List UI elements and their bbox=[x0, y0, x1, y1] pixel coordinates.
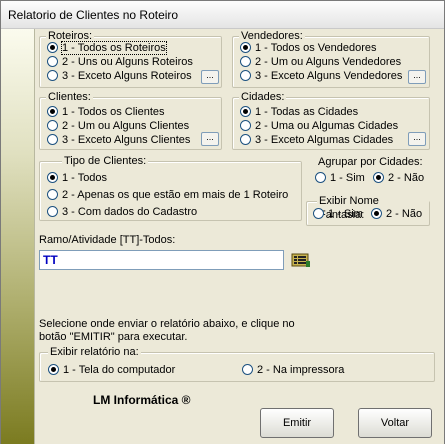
radio-icon[interactable] bbox=[315, 172, 326, 183]
tipo-clientes-option-1-label: 1 - Todos bbox=[62, 172, 108, 184]
radio-selected-icon[interactable] bbox=[240, 42, 251, 53]
agrupar-option-nao[interactable]: 2 - Não bbox=[373, 172, 424, 186]
clientes-option-3-label: 3 - Exceto Alguns Clientes bbox=[62, 134, 191, 146]
radio-selected-icon[interactable] bbox=[373, 172, 384, 183]
report-dialog-window: Relatorio de Clientes no Roteiro Roteiro… bbox=[0, 0, 445, 444]
radio-selected-icon[interactable] bbox=[371, 208, 382, 219]
cidades-group: Cidades: 1 - Todas as Cidades 2 - Uma ou… bbox=[232, 90, 430, 150]
radio-icon[interactable] bbox=[47, 206, 58, 217]
cidades-option-3-label: 3 - Exceto Algumas Cidades bbox=[255, 134, 394, 146]
exibir-option-tela-label: 1 - Tela do computador bbox=[63, 364, 176, 376]
roteiros-group: Roteiros: 1 - Todos os Roteiros 2 - Uns … bbox=[39, 29, 222, 88]
nome-fantasia-option-nao[interactable]: 2 - Não bbox=[371, 208, 422, 222]
radio-selected-icon[interactable] bbox=[47, 172, 58, 183]
lookup-list-icon[interactable] bbox=[291, 252, 311, 268]
instructions-line-1: Selecione onde enviar o relatório abaixo… bbox=[39, 318, 295, 330]
decorative-sidebar bbox=[1, 29, 35, 444]
tipo-clientes-option-3[interactable]: 3 - Com dados do Cadastro bbox=[47, 206, 197, 220]
vendedores-option-1[interactable]: 1 - Todos os Vendedores bbox=[240, 42, 377, 56]
dialog-content: Roteiros: 1 - Todos os Roteiros 2 - Uns … bbox=[35, 29, 444, 444]
exibir-group: Exibir relatório na: 1 - Tela do computa… bbox=[39, 345, 435, 382]
clientes-option-3[interactable]: 3 - Exceto Alguns Clientes bbox=[47, 134, 190, 148]
radio-icon[interactable] bbox=[240, 120, 251, 131]
radio-selected-icon[interactable] bbox=[47, 106, 58, 117]
tipo-clientes-option-3-label: 3 - Com dados do Cadastro bbox=[62, 206, 198, 218]
ramo-input[interactable]: TT bbox=[39, 250, 284, 270]
cidades-option-3[interactable]: 3 - Exceto Algumas Cidades bbox=[240, 134, 393, 148]
agrupar-option-nao-label: 2 - Não bbox=[388, 172, 425, 184]
clientes-option-2[interactable]: 2 - Um ou Alguns Clientes bbox=[47, 120, 189, 134]
clientes-group: Clientes: 1 - Todos os Clientes 2 - Um o… bbox=[39, 90, 222, 150]
roteiros-option-3-label: 3 - Exceto Alguns Roteiros bbox=[62, 70, 192, 82]
cidades-option-1-label: 1 - Todas as Cidades bbox=[255, 106, 359, 118]
clientes-option-2-label: 2 - Um ou Alguns Clientes bbox=[62, 120, 190, 132]
exibir-option-impressora[interactable]: 2 - Na impressora bbox=[242, 364, 344, 378]
radio-icon[interactable] bbox=[242, 364, 253, 375]
ramo-label: Ramo/Atividade [TT]-Todos: bbox=[39, 234, 176, 246]
instructions-line-2: botão "EMITIR" para executar. bbox=[39, 331, 188, 343]
cidades-legend: Cidades: bbox=[239, 90, 287, 104]
roteiros-option-1-label: 1 - Todos os Roteiros bbox=[61, 41, 167, 55]
tipo-clientes-option-2-label: 2 - Apenas os que estão em mais de 1 Rot… bbox=[62, 189, 289, 201]
roteiros-browse-button[interactable]: ... bbox=[201, 70, 219, 84]
nome-fantasia-group: Exibir Nome Fantasia: 1 - Sim 2 - Não bbox=[306, 194, 430, 226]
roteiros-option-3[interactable]: 3 - Exceto Alguns Roteiros bbox=[47, 70, 192, 84]
emitir-button[interactable]: Emitir bbox=[260, 408, 334, 438]
title-bar[interactable]: Relatorio de Clientes no Roteiro bbox=[1, 1, 444, 29]
agrupar-option-sim-label: 1 - Sim bbox=[330, 172, 365, 184]
agrupar-legend: Agrupar por Cidades: bbox=[318, 156, 423, 168]
vendedores-option-3-label: 3 - Exceto Alguns Vendedores bbox=[255, 70, 403, 82]
clientes-option-1[interactable]: 1 - Todos os Clientes bbox=[47, 106, 165, 120]
nome-fantasia-option-sim-label: 1 - Sim bbox=[328, 208, 363, 220]
radio-icon[interactable] bbox=[47, 120, 58, 131]
vendedores-browse-button[interactable]: ... bbox=[408, 70, 426, 84]
cidades-option-1[interactable]: 1 - Todas as Cidades bbox=[240, 106, 358, 120]
vendedores-option-3[interactable]: 3 - Exceto Alguns Vendedores bbox=[240, 70, 402, 84]
clientes-option-1-label: 1 - Todos os Clientes bbox=[62, 106, 165, 118]
voltar-button[interactable]: Voltar bbox=[358, 408, 432, 438]
nome-fantasia-option-nao-label: 2 - Não bbox=[386, 208, 423, 220]
vendedores-legend: Vendedores: bbox=[239, 29, 305, 43]
radio-icon[interactable] bbox=[313, 208, 324, 219]
tipo-clientes-legend: Tipo de Clientes: bbox=[62, 154, 149, 168]
radio-icon[interactable] bbox=[240, 56, 251, 67]
cidades-option-2[interactable]: 2 - Uma ou Algumas Cidades bbox=[240, 120, 398, 134]
vendedores-group: Vendedores: 1 - Todos os Vendedores 2 - … bbox=[232, 29, 430, 88]
radio-icon[interactable] bbox=[240, 70, 251, 81]
exibir-option-tela[interactable]: 1 - Tela do computador bbox=[48, 364, 175, 378]
roteiros-legend: Roteiros: bbox=[46, 29, 95, 43]
window-title: Relatorio de Clientes no Roteiro bbox=[8, 8, 179, 22]
radio-icon[interactable] bbox=[47, 56, 58, 67]
brand-label: LM Informática ® bbox=[93, 393, 191, 407]
tipo-clientes-option-2[interactable]: 2 - Apenas os que estão em mais de 1 Rot… bbox=[47, 189, 288, 203]
radio-selected-icon[interactable] bbox=[47, 42, 58, 53]
radio-selected-icon[interactable] bbox=[240, 106, 251, 117]
clientes-legend: Clientes: bbox=[46, 90, 93, 104]
nome-fantasia-option-sim[interactable]: 1 - Sim bbox=[313, 208, 363, 222]
radio-icon[interactable] bbox=[47, 70, 58, 81]
radio-icon[interactable] bbox=[47, 189, 58, 200]
tipo-clientes-option-1[interactable]: 1 - Todos bbox=[47, 172, 107, 186]
exibir-legend: Exibir relatório na: bbox=[48, 345, 141, 359]
agrupar-option-sim[interactable]: 1 - Sim bbox=[315, 172, 365, 186]
clientes-browse-button[interactable]: ... bbox=[201, 132, 219, 146]
radio-icon[interactable] bbox=[47, 134, 58, 145]
cidades-browse-button[interactable]: ... bbox=[408, 132, 426, 146]
radio-icon[interactable] bbox=[240, 134, 251, 145]
vendedores-option-1-label: 1 - Todos os Vendedores bbox=[255, 42, 377, 54]
roteiros-option-1[interactable]: 1 - Todos os Roteiros bbox=[47, 41, 167, 56]
vendedores-option-2-label: 2 - Um ou Alguns Vendedores bbox=[255, 56, 402, 68]
tipo-clientes-group: Tipo de Clientes: 1 - Todos 2 - Apenas o… bbox=[39, 154, 302, 221]
radio-selected-icon[interactable] bbox=[48, 364, 59, 375]
vendedores-option-2[interactable]: 2 - Um ou Alguns Vendedores bbox=[240, 56, 401, 70]
cidades-option-2-label: 2 - Uma ou Algumas Cidades bbox=[255, 120, 399, 132]
roteiros-option-2-label: 2 - Uns ou Alguns Roteiros bbox=[62, 56, 193, 68]
exibir-option-impressora-label: 2 - Na impressora bbox=[257, 364, 345, 376]
roteiros-option-2[interactable]: 2 - Uns ou Alguns Roteiros bbox=[47, 56, 193, 70]
